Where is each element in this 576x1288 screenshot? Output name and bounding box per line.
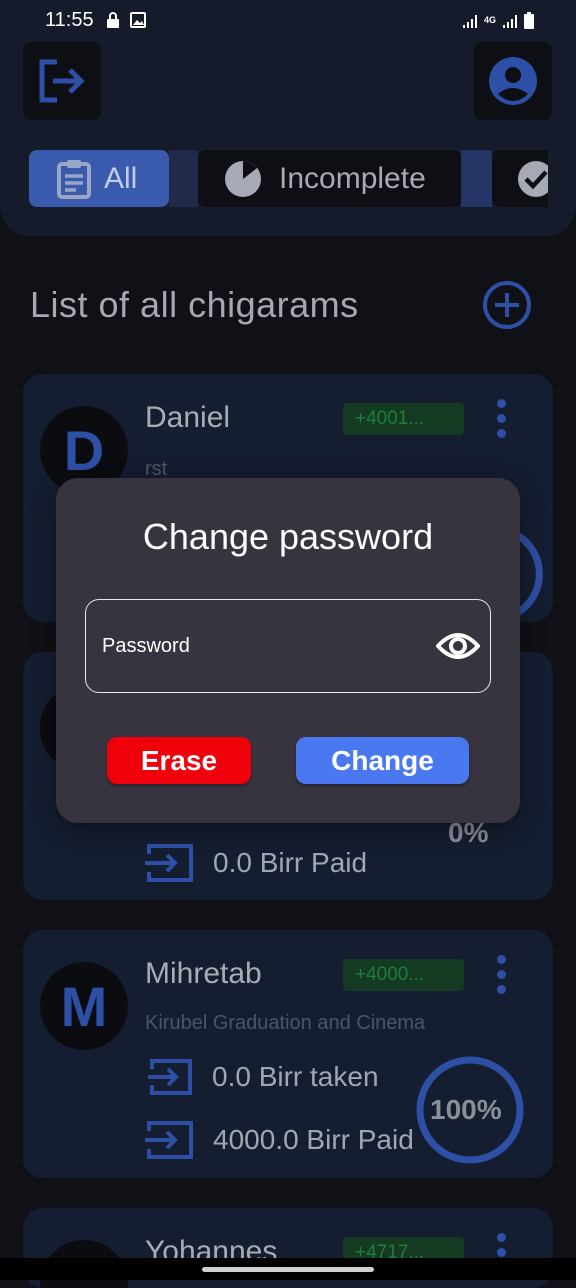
image-icon: [130, 12, 146, 28]
network-type: 4G: [483, 15, 496, 25]
paid-row: 4000.0 Birr Paid: [145, 1119, 414, 1161]
page-title: List of all chigarams: [30, 284, 359, 325]
filter-chip-all[interactable]: All: [29, 150, 169, 207]
show-password-icon[interactable]: [436, 626, 480, 666]
navigation-bar: [0, 1258, 576, 1280]
paid-icon: [145, 844, 193, 882]
lock-icon: [107, 12, 119, 28]
dialog-title: Change password: [142, 516, 434, 557]
filter-chip-incomplete-label: Incomplete: [279, 161, 426, 195]
phone-badge: +4000...: [343, 959, 464, 991]
pie-icon: [225, 160, 261, 197]
progress-percent: 100%: [430, 1094, 502, 1125]
change-button[interactable]: Change: [296, 737, 469, 784]
more-options-icon[interactable]: [491, 955, 511, 994]
paid-amount: 0.0 Birr Paid: [213, 847, 368, 878]
home-indicator[interactable]: [202, 1267, 374, 1272]
logout-icon: [39, 59, 85, 103]
item-name: Mihretab: [145, 957, 262, 990]
more-options-icon[interactable]: [491, 399, 511, 438]
paid-row: 0.0 Birr Paid: [145, 842, 367, 884]
signal-icon-2: [503, 14, 517, 28]
list-item[interactable]: M Mihretab Kirubel Graduation and Cinema…: [23, 930, 553, 1178]
password-field-container: [85, 599, 491, 693]
status-time: 11:55: [45, 9, 94, 31]
paid-amount: 4000.0 Birr Paid: [213, 1124, 414, 1155]
paid-icon: [145, 1121, 193, 1159]
signal-icon: [462, 14, 477, 28]
password-field[interactable]: [102, 600, 422, 692]
add-circle-icon[interactable]: [482, 280, 532, 330]
taken-amount: 0.0 Birr taken: [212, 1061, 379, 1092]
change-password-dialog: Change password Erase Change: [56, 478, 520, 823]
erase-button[interactable]: Erase: [107, 737, 251, 784]
filter-chips: All Incomplete: [0, 150, 548, 208]
clipboard-icon: [57, 159, 91, 199]
check-circle-icon: [518, 160, 548, 197]
account-icon: [489, 57, 537, 105]
filter-chip-incomplete[interactable]: Incomplete: [198, 150, 461, 207]
item-subtitle: Kirubel Graduation and Cinema: [145, 1012, 426, 1034]
taken-icon: [148, 1059, 192, 1095]
logout-button[interactable]: [23, 42, 101, 120]
phone-badge: +4001...: [343, 403, 464, 435]
taken-row: 0.0 Birr taken: [148, 1057, 379, 1097]
filter-chip-all-label: All: [104, 161, 138, 195]
status-bar: 11:55 4G: [0, 0, 576, 40]
filter-chip-complete[interactable]: [492, 150, 548, 207]
account-button[interactable]: [474, 42, 552, 120]
item-name: Daniel: [145, 401, 231, 434]
battery-icon: [524, 12, 534, 29]
avatar: M: [40, 962, 128, 1050]
